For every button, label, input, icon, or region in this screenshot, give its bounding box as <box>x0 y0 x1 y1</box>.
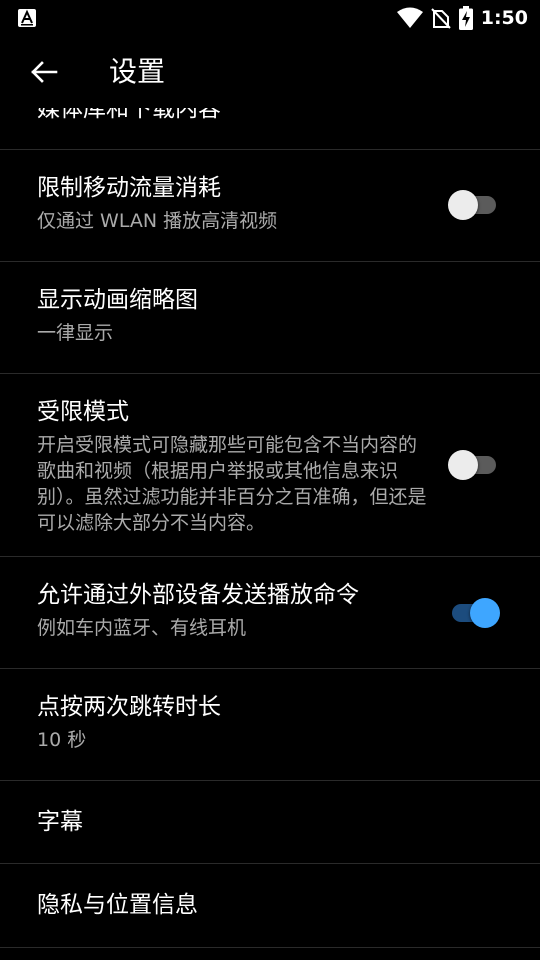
setting-library-downloads[interactable]: 媒体库和下载内容 <box>0 108 540 150</box>
external-playback-toggle[interactable] <box>448 596 500 628</box>
setting-subtitle: 开启受限模式可隐藏那些可能包含不当内容的歌曲和视频（根据用户举报或其他信息来识别… <box>37 434 427 534</box>
setting-title: 显示动画缩略图 <box>37 287 198 313</box>
toggle-thumb <box>448 450 478 480</box>
setting-double-tap-seek[interactable]: 点按两次跳转时长 10 秒 <box>0 669 540 781</box>
no-sim-icon <box>431 8 451 29</box>
setting-limit-mobile-data[interactable]: 限制移动流量消耗 仅通过 WLAN 播放高清视频 <box>0 150 540 262</box>
setting-privacy-location[interactable]: 隐私与位置信息 <box>0 864 540 948</box>
toggle-thumb <box>448 190 478 220</box>
setting-subtitle: 10 秒 <box>37 729 87 751</box>
page-title: 设置 <box>109 55 166 88</box>
back-button[interactable] <box>24 52 64 92</box>
setting-title: 隐私与位置信息 <box>37 892 198 918</box>
setting-subtitle: 一律显示 <box>37 322 114 344</box>
arrow-left-icon <box>31 61 58 83</box>
limit-mobile-data-toggle[interactable] <box>448 188 500 220</box>
setting-captions[interactable]: 字幕 <box>0 781 540 864</box>
status-time: 1:50 <box>480 7 528 29</box>
setting-title: 受限模式 <box>37 399 129 425</box>
settings-list[interactable]: 媒体库和下载内容 限制移动流量消耗 仅通过 WLAN 播放高清视频 显示动画缩略… <box>0 108 540 960</box>
setting-external-playback-commands[interactable]: 允许通过外部设备发送播放命令 例如车内蓝牙、有线耳机 <box>0 557 540 669</box>
status-bar: 1:50 <box>0 0 540 36</box>
app-bar: 设置 <box>0 36 540 108</box>
setting-subtitle: 例如车内蓝牙、有线耳机 <box>37 617 247 639</box>
font-a-icon <box>18 9 36 27</box>
setting-restricted-mode[interactable]: 受限模式 开启受限模式可隐藏那些可能包含不当内容的歌曲和视频（根据用户举报或其他… <box>0 374 540 557</box>
setting-title: 允许通过外部设备发送播放命令 <box>37 582 359 608</box>
battery-charging-icon <box>458 6 473 30</box>
restricted-mode-toggle[interactable] <box>448 448 500 480</box>
setting-title: 媒体库和下载内容 <box>37 108 221 122</box>
setting-title: 限制移动流量消耗 <box>37 175 221 201</box>
wifi-icon <box>396 7 423 28</box>
setting-title: 点按两次跳转时长 <box>37 694 221 720</box>
setting-subtitle: 仅通过 WLAN 播放高清视频 <box>37 210 278 232</box>
setting-animated-thumbnails[interactable]: 显示动画缩略图 一律显示 <box>0 262 540 374</box>
toggle-thumb <box>470 598 500 628</box>
status-icons: 1:50 <box>389 0 528 36</box>
setting-title: 字幕 <box>37 809 83 835</box>
